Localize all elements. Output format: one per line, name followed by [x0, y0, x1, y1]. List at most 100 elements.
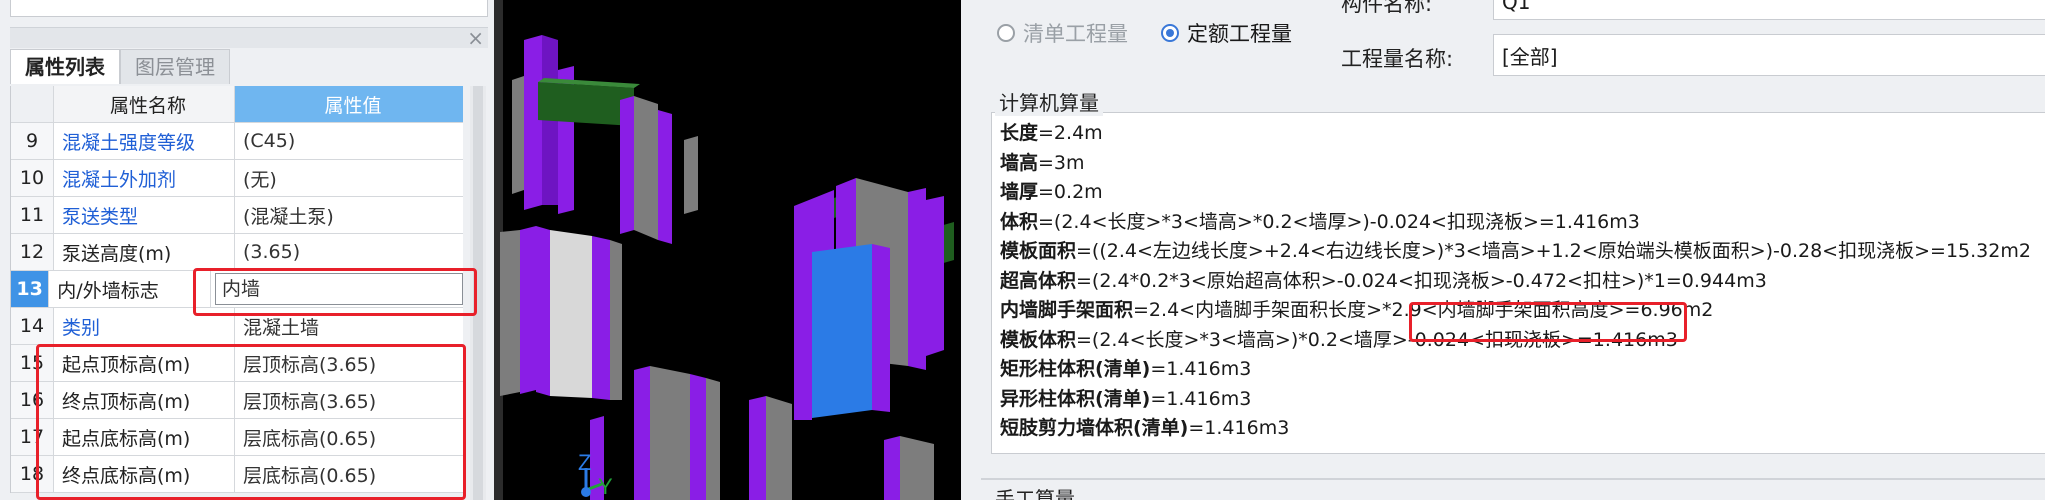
beam	[538, 82, 634, 126]
calc-value: =2.4m	[1038, 122, 1103, 144]
calc-value: =1.416m3	[1188, 417, 1290, 439]
row-number: 12	[11, 234, 54, 270]
property-row[interactable]: 12 泵送高度(m) (3.65)	[11, 234, 463, 271]
axis-z-label: Z	[578, 450, 591, 475]
wall-segment	[536, 226, 550, 396]
highlight-elevation-rows	[36, 344, 466, 500]
wall-segment	[690, 374, 706, 500]
wall-face	[500, 230, 520, 396]
wall-segment	[794, 198, 814, 368]
component-name-field[interactable]: Q1	[1493, 0, 2045, 20]
calc-key: 矩形柱体积(清单)	[1000, 358, 1151, 380]
component-name-value: Q1	[1502, 0, 1531, 14]
calc-key: 长度	[1000, 122, 1039, 144]
quantity-name-value: [全部]	[1502, 44, 1558, 69]
quantity-name-field[interactable]: [全部]	[1493, 34, 2045, 76]
wall-face	[766, 396, 792, 500]
wall-segment	[872, 244, 890, 412]
property-name[interactable]: 混凝土强度等级	[54, 123, 235, 159]
radio-checked-icon[interactable]	[1161, 24, 1179, 42]
calc-key: 模板面积	[1000, 240, 1077, 262]
radio-list-quantity[interactable]: 清单工程量	[997, 18, 1128, 48]
calc-line: 矩形柱体积(清单)=1.416m3	[992, 355, 2045, 385]
wall-segment	[524, 35, 542, 210]
property-name: 泵送高度(m)	[54, 234, 235, 270]
close-icon[interactable]: ×	[467, 26, 484, 50]
wall-face	[650, 366, 690, 500]
computer-calc-label: 计算机算量	[995, 87, 1103, 116]
calc-key: 内墙脚手架面积	[1000, 299, 1134, 321]
row-number: 11	[11, 197, 54, 233]
calc-key: 短肢剪力墙体积(清单)	[1000, 417, 1189, 439]
property-value[interactable]: (C45)	[235, 123, 463, 159]
row-number: 13	[11, 271, 50, 307]
grid-header: 属性名称 属性值	[11, 86, 463, 123]
wall-face	[900, 436, 934, 500]
wall-face	[610, 240, 622, 400]
property-value[interactable]: (3.65)	[235, 234, 463, 270]
property-name[interactable]: 混凝土外加剂	[54, 160, 235, 196]
row-number: 14	[11, 308, 54, 344]
calc-lines: 长度=2.4m 墙高=3m 墙厚=0.2m 体积=(2.4<长度>*3<墙高>*…	[992, 113, 2045, 444]
property-name[interactable]: 泵送类型	[54, 197, 235, 233]
radio-unchecked-icon[interactable]	[997, 24, 1015, 42]
calc-key: 墙高	[1000, 151, 1039, 174]
panel-tabs: 属性列表 图层管理	[10, 49, 230, 84]
axis-origin	[581, 487, 591, 497]
section-divider	[981, 478, 2045, 480]
highlight-scaffold-height	[1409, 302, 1687, 342]
panel-top-box	[10, 0, 488, 17]
manual-calc-label: 手工算量	[995, 487, 1075, 500]
calc-value: =(2.4<长度>*3<墙高>*0.2<墙厚>)-0.024<扣现浇板>=1.4…	[1038, 210, 1640, 233]
calc-value: =1.416m3	[1150, 358, 1252, 380]
wall-selected	[812, 244, 872, 418]
property-value[interactable]: (无)	[235, 160, 463, 196]
wall-segment	[794, 360, 812, 420]
wall-segment	[620, 96, 634, 234]
property-panel: × 属性列表 图层管理 属性名称 属性值 9 混凝土强度等级 (C45) 10 …	[0, 0, 494, 500]
calc-key: 超高体积	[1000, 269, 1077, 292]
calc-line: 短肢剪力墙体积(清单)=1.416m3	[992, 414, 2045, 444]
quantity-name-label: 工程量名称:	[1341, 47, 1454, 71]
calc-line: 模板面积=((2.4<左边线长度>+2.4<右边线长度>)*3<墙高>+1.2<…	[992, 237, 2045, 267]
calc-value: =3m	[1038, 151, 1085, 174]
model-canvas[interactable]: Z Y	[494, 0, 961, 500]
wall-segment	[908, 188, 926, 370]
computer-calc-output[interactable]: 长度=2.4m 墙高=3m 墙厚=0.2m 体积=(2.4<长度>*3<墙高>*…	[991, 112, 2045, 454]
calc-value: =1.416m3	[1150, 387, 1252, 410]
highlight-inner-wall-value	[193, 268, 477, 316]
wall-segment	[926, 196, 944, 356]
wall-segment	[749, 396, 766, 500]
tab-property-list[interactable]: 属性列表	[10, 49, 120, 84]
wall-segment	[814, 190, 834, 258]
wall-segment	[592, 236, 610, 400]
calc-line: 体积=(2.4<长度>*3<墙高>*0.2<墙厚>)-0.024<扣现浇板>=1…	[992, 208, 2045, 238]
calc-line: 长度=2.4m	[992, 119, 2045, 149]
property-row[interactable]: 11 泵送类型 (混凝土泵)	[11, 197, 463, 234]
wall-face	[512, 76, 524, 194]
calc-key: 墙厚	[1000, 181, 1039, 203]
header-value: 属性值	[235, 86, 463, 122]
wall-face	[550, 230, 592, 398]
property-value[interactable]: (混凝土泵)	[235, 197, 463, 233]
property-row[interactable]: 10 混凝土外加剂 (无)	[11, 160, 463, 197]
calc-value: =((2.4<左边线长度>+2.4<右边线长度>)*3<墙高>+1.2<原始端头…	[1076, 240, 2031, 262]
header-num-cell	[11, 86, 54, 122]
row-number: 10	[11, 160, 54, 196]
header-name: 属性名称	[54, 86, 235, 122]
calc-key: 异形柱体积(清单)	[1000, 387, 1151, 410]
wall-face	[706, 378, 720, 500]
wall-segment	[634, 366, 650, 500]
3d-viewport[interactable]: Z Y	[494, 0, 961, 500]
calc-line: 墙厚=0.2m	[992, 178, 2045, 208]
radio-quota-quantity[interactable]: 定额工程量	[1161, 18, 1292, 48]
radio-list-quantity-label: 清单工程量	[1023, 22, 1128, 46]
radio-quota-quantity-label: 定额工程量	[1187, 22, 1292, 46]
property-name: 内/外墙标志	[49, 271, 211, 307]
calculation-panel: 清单工程量 定额工程量 构件名称: Q1 工程量名称: [全部] 计算机算量 长…	[961, 0, 2045, 500]
tab-layer-management[interactable]: 图层管理	[120, 49, 230, 84]
wall-segment	[884, 436, 900, 500]
calc-key: 体积	[1000, 210, 1039, 233]
property-row[interactable]: 9 混凝土强度等级 (C45)	[11, 123, 463, 160]
calc-line: 超高体积=(2.4*0.2*3<原始超高体积>-0.024<扣现浇板>-0.47…	[992, 267, 2045, 297]
